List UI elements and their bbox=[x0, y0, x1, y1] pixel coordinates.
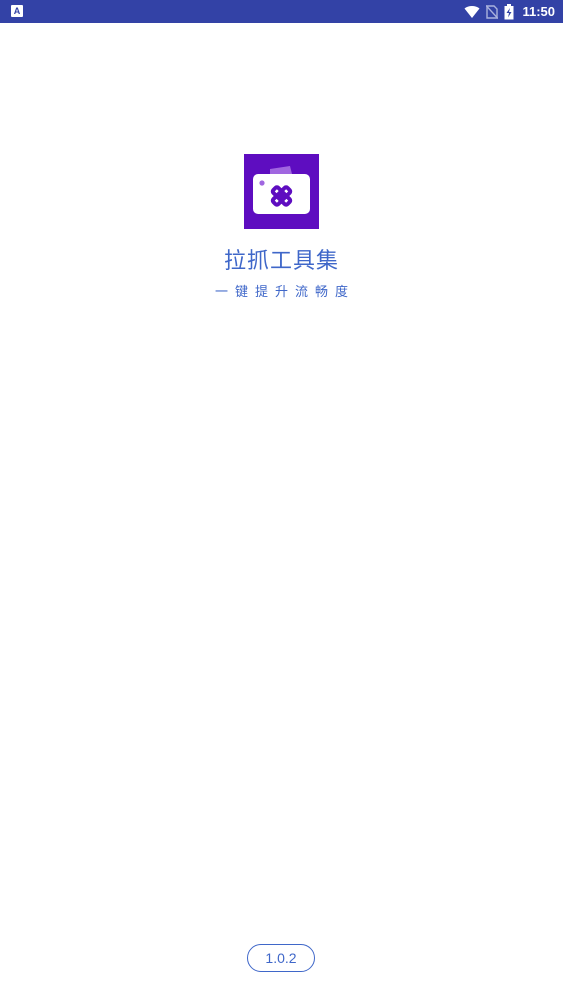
no-sim-icon bbox=[486, 4, 499, 19]
splash-screen: A 11:50 拉抓工具集 一键提升流畅度 1.0.2 bbox=[0, 0, 563, 1002]
notification-icon: A bbox=[11, 5, 23, 17]
app-slogan: 一键提升流畅度 bbox=[214, 285, 355, 300]
status-bar: A 11:50 bbox=[0, 0, 563, 23]
app-name: 拉抓工具集 bbox=[223, 249, 339, 274]
status-icons: 11:50 bbox=[464, 0, 555, 23]
wifi-icon bbox=[464, 5, 480, 18]
battery-charging-icon bbox=[504, 3, 514, 19]
version-badge: 1.0.2 bbox=[247, 944, 315, 972]
app-logo-icon bbox=[244, 154, 319, 229]
clock: 11:50 bbox=[522, 4, 555, 19]
wallet-icon bbox=[253, 166, 310, 214]
